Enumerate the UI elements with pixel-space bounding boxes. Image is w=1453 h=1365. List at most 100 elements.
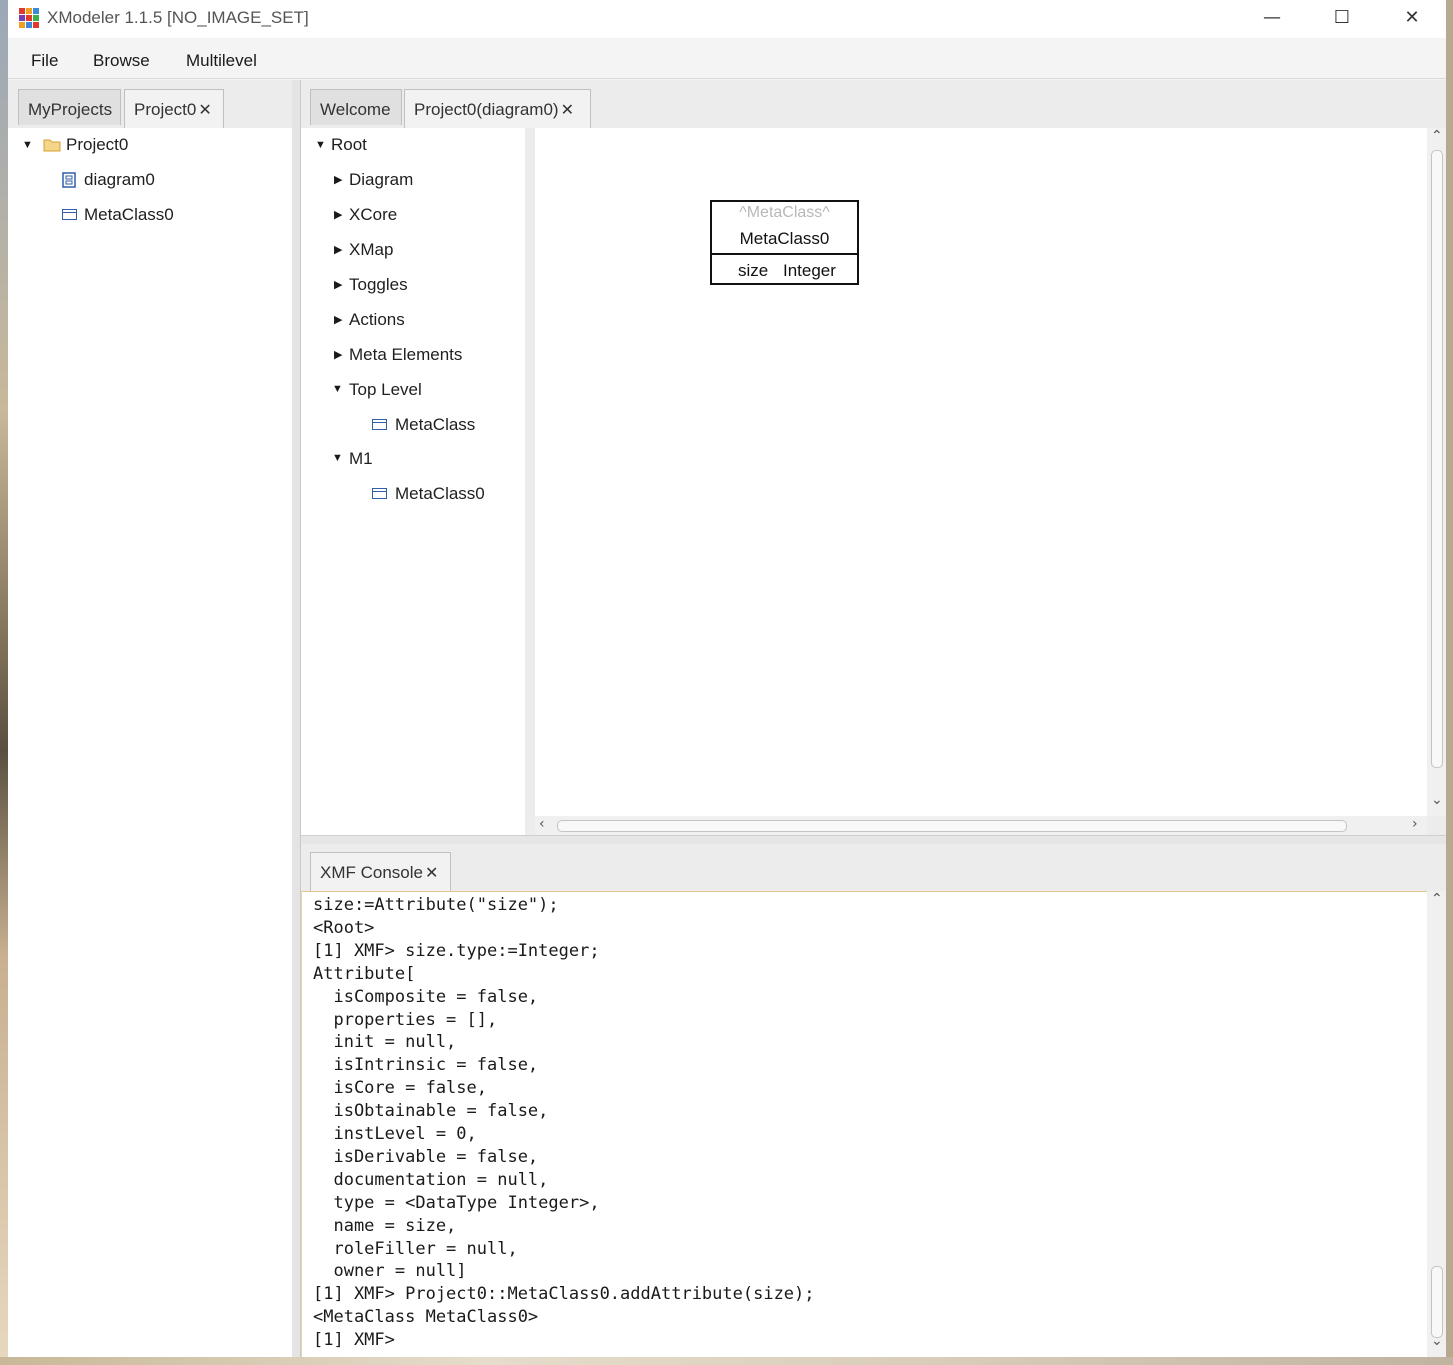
project-tabstrip: MyProjects Project0 ✕ <box>8 80 292 129</box>
model-browser-tree: ▼ Root ▶ Diagram ▶ XCore ▶ XMap ▶ Toggle… <box>301 128 526 835</box>
class-stereotype: ^MetaClass^ <box>739 204 830 221</box>
menu-file[interactable]: File <box>31 51 58 71</box>
console-line: isObtainable = false, <box>313 1101 549 1122</box>
collapse-arrow-icon[interactable]: ▼ <box>332 383 343 395</box>
attribute-name[interactable]: size <box>738 261 768 281</box>
tab-label: Project0 <box>134 100 197 119</box>
tree-item-metaclass0[interactable]: MetaClass0 <box>395 484 485 504</box>
tab-myprojects[interactable]: MyProjects <box>18 89 121 125</box>
scrollbar-thumb[interactable] <box>1431 1266 1443 1338</box>
collapse-arrow-icon[interactable]: ▼ <box>332 452 343 464</box>
editor-tabstrip: Welcome Project0(diagram0) ✕ <box>301 80 1446 129</box>
editor-area: Welcome Project0(diagram0) ✕ ▼ Root ▶ Dia… <box>301 80 1446 1357</box>
tree-item-metaclass[interactable]: MetaClass <box>395 415 475 435</box>
title-bar: XModeler 1.1.5 [NO_IMAGE_SET] — ☐ ✕ <box>8 0 1446 38</box>
console-line: [1] XMF> <box>313 1330 406 1351</box>
class-icon <box>372 419 387 430</box>
console-panel: XMF Console ✕ size:=Attribute("size"); <Ro… <box>301 844 1446 1357</box>
collapse-arrow-icon[interactable]: ▼ <box>315 139 326 151</box>
window-title: XModeler 1.1.5 [NO_IMAGE_SET] <box>47 8 309 27</box>
canvas-vertical-scrollbar[interactable]: ⌃ ⌄ <box>1427 128 1446 816</box>
scroll-left-icon[interactable]: ‹ <box>539 816 545 832</box>
class-node-metaclass0[interactable]: ^MetaClass^ MetaClass0 size Integer <box>710 200 859 285</box>
maximize-icon: ☐ <box>1333 7 1351 28</box>
scroll-up-icon[interactable]: ⌃ <box>1431 128 1443 144</box>
tree-item-diagram[interactable]: Diagram <box>349 170 413 190</box>
console-line: isDerivable = false, <box>313 1146 539 1167</box>
console-vertical-scrollbar[interactable]: ⌃ ⌄ <box>1427 891 1446 1357</box>
tree-item-actions[interactable]: Actions <box>349 310 405 330</box>
scroll-down-icon[interactable]: ⌄ <box>1431 1333 1443 1349</box>
xmodeler-app-icon <box>19 8 41 29</box>
console-line: documentation = null, <box>313 1169 549 1190</box>
tree-item-meta-elements[interactable]: Meta Elements <box>349 345 462 365</box>
tab-diagram0[interactable]: Project0(diagram0) ✕ <box>404 89 591 128</box>
console-tabstrip: XMF Console ✕ <box>301 844 1446 891</box>
tree-item-project0[interactable]: Project0 <box>66 135 128 155</box>
maximize-button[interactable]: ☐ <box>1307 0 1377 38</box>
tree-item-xcore[interactable]: XCore <box>349 205 397 225</box>
close-window-button[interactable]: ✕ <box>1377 0 1447 38</box>
console-line: <Root> <box>313 917 375 938</box>
console-line: name = size, <box>313 1215 457 1236</box>
tree-item-xmap[interactable]: XMap <box>349 240 393 260</box>
expand-arrow-icon[interactable]: ▶ <box>334 208 342 221</box>
tree-item-diagram0[interactable]: diagram0 <box>84 170 155 190</box>
collapse-arrow-icon[interactable]: ▼ <box>22 139 33 151</box>
diagram-icon <box>62 172 76 188</box>
expand-arrow-icon[interactable]: ▶ <box>334 348 342 361</box>
tree-item-root[interactable]: Root <box>331 135 367 155</box>
console-output[interactable]: size:=Attribute("size"); <Root> [1] XMF> s… <box>301 891 1427 1357</box>
console-line: [1] XMF> Project0::MetaClass0.addAttribu… <box>313 1284 815 1305</box>
tab-label: Welcome <box>320 100 391 119</box>
tab-label: MyProjects <box>28 100 113 119</box>
menu-multilevel[interactable]: Multilevel <box>186 51 257 71</box>
expand-arrow-icon[interactable]: ▶ <box>334 173 342 186</box>
tab-xmf-console[interactable]: XMF Console ✕ <box>310 852 451 891</box>
attribute-type[interactable]: Integer <box>783 261 836 281</box>
tree-item-metaclass0[interactable]: MetaClass0 <box>84 205 174 225</box>
console-line: properties = [], <box>313 1009 498 1030</box>
expand-arrow-icon[interactable]: ▶ <box>334 313 342 326</box>
tab-welcome[interactable]: Welcome <box>310 89 402 125</box>
console-line: owner = null] <box>313 1261 467 1282</box>
project-tree: ▼ Project0 diagram0 MetaClass0 <box>8 128 292 1357</box>
canvas-horizontal-scrollbar[interactable]: ‹ › <box>535 816 1427 835</box>
diagram-canvas[interactable]: ^MetaClass^ MetaClass0 size Integer <box>535 128 1427 816</box>
scroll-up-icon[interactable]: ⌃ <box>1431 891 1443 907</box>
class-icon <box>372 488 387 499</box>
console-line: roleFiller = null, <box>313 1238 518 1259</box>
expand-arrow-icon[interactable]: ▶ <box>334 243 342 256</box>
app-window: XModeler 1.1.5 [NO_IMAGE_SET] — ☐ ✕ File… <box>8 0 1446 1357</box>
tab-project0[interactable]: Project0 ✕ <box>124 89 224 128</box>
scroll-down-icon[interactable]: ⌄ <box>1431 792 1443 808</box>
minimize-button[interactable]: — <box>1237 0 1307 38</box>
console-line: Attribute[ <box>313 963 416 984</box>
scrollbar-thumb[interactable] <box>1431 150 1443 768</box>
console-line: isIntrinsic = false, <box>313 1055 539 1076</box>
menu-bar: File Browse Multilevel <box>8 41 1446 79</box>
tab-label: XMF Console <box>320 863 423 882</box>
class-icon <box>62 209 77 220</box>
console-line: instLevel = 0, <box>313 1124 477 1144</box>
scrollbar-thumb[interactable] <box>557 820 1347 832</box>
vertical-splitter[interactable] <box>292 80 301 1357</box>
scroll-right-icon[interactable]: › <box>1412 816 1418 832</box>
class-divider <box>712 253 857 255</box>
tree-divider[interactable] <box>525 128 535 835</box>
console-line: type = <DataType Integer>, <box>313 1192 600 1213</box>
console-line: size:=Attribute("size"); <box>313 895 559 915</box>
folder-icon <box>43 139 61 152</box>
console-line: init = null, <box>313 1032 457 1053</box>
close-icon[interactable]: ✕ <box>198 102 211 119</box>
close-icon[interactable]: ✕ <box>561 102 574 119</box>
class-name[interactable]: MetaClass0 <box>712 229 857 249</box>
desktop-background <box>0 0 8 1365</box>
expand-arrow-icon[interactable]: ▶ <box>334 278 342 291</box>
menu-browse[interactable]: Browse <box>93 51 150 71</box>
close-icon[interactable]: ✕ <box>425 865 438 882</box>
tree-item-toggles[interactable]: Toggles <box>349 275 408 295</box>
tree-item-top-level[interactable]: Top Level <box>349 380 422 400</box>
tree-item-m1[interactable]: M1 <box>349 449 373 469</box>
console-line: isComposite = false, <box>313 986 539 1007</box>
